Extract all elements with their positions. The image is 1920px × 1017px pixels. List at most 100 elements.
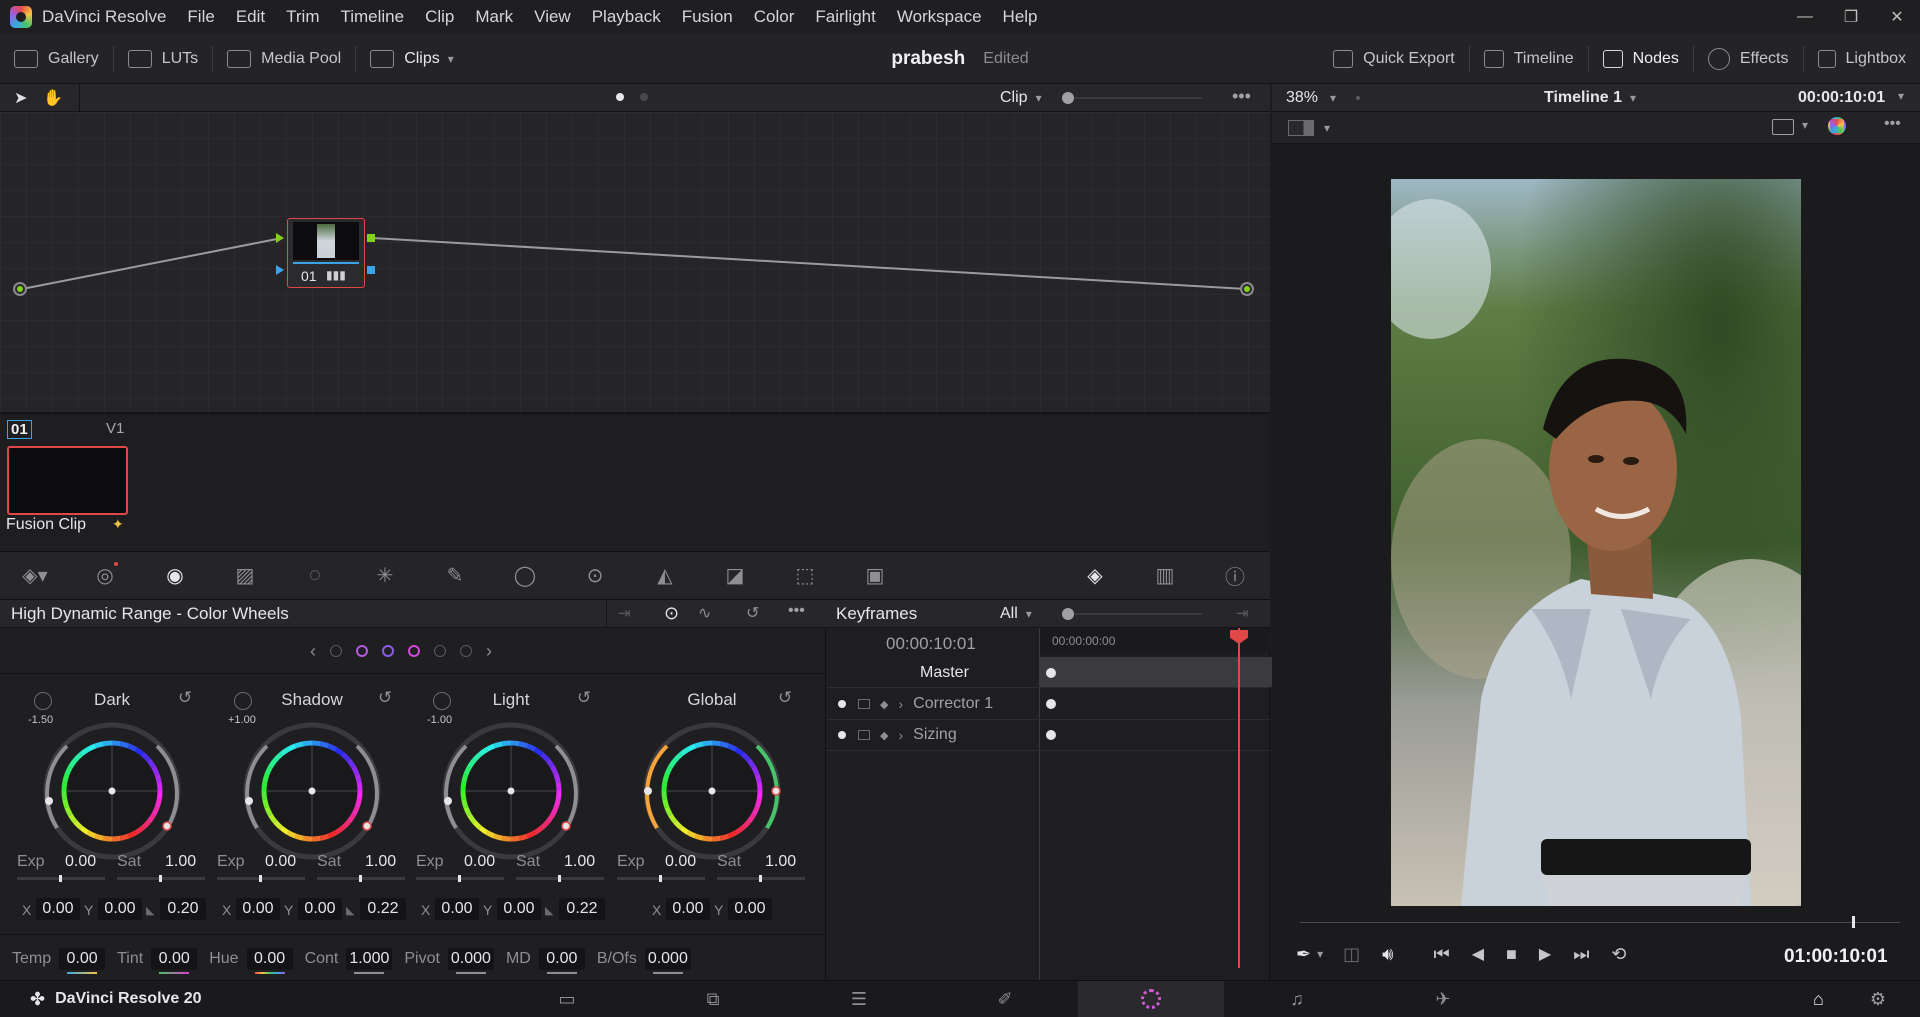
layers-icon[interactable]: ◫ — [1343, 944, 1360, 965]
close-icon[interactable]: ✕ — [1874, 7, 1920, 27]
scopes-icon[interactable]: ▥ — [1130, 552, 1200, 600]
info-icon[interactable]: ⓘ — [1200, 552, 1270, 600]
zone-dot[interactable] — [330, 645, 342, 657]
reset-shadow-icon[interactable]: ↺ — [378, 688, 392, 708]
viewer-layout-icon[interactable] — [1288, 119, 1314, 136]
pointer-tool-icon[interactable]: ➤ — [14, 88, 27, 108]
zone-dot[interactable] — [434, 645, 446, 657]
track-lock-icon[interactable] — [858, 699, 870, 709]
color-wheel-icon[interactable] — [1828, 117, 1846, 135]
waveform-icon[interactable]: ∿ — [698, 603, 711, 623]
color-wheel-dark[interactable] — [37, 716, 187, 866]
hand-tool-icon[interactable]: ✋ — [43, 88, 63, 108]
play-icon[interactable]: ▶︎ — [1539, 944, 1551, 964]
eyedropper-icon[interactable]: ✒ — [1296, 944, 1311, 965]
viewer-scrub-handle[interactable] — [1852, 916, 1855, 928]
more-options-icon[interactable]: ••• — [1884, 115, 1901, 133]
menu-playback[interactable]: Playback — [592, 7, 661, 27]
diamond-icon[interactable]: ◆ — [880, 698, 888, 711]
menu-mark[interactable]: Mark — [475, 7, 513, 27]
media-pool-button[interactable]: Media Pool — [213, 34, 355, 84]
keyframe-dot[interactable] — [1046, 699, 1056, 709]
timeline-selector[interactable]: Timeline 1 ▾ — [1544, 84, 1636, 112]
reset-light-icon[interactable]: ↺ — [577, 688, 591, 708]
node-alpha-output[interactable] — [367, 266, 375, 274]
slider-knob[interactable] — [59, 875, 62, 882]
exp-slider-shadow[interactable] — [217, 875, 305, 882]
track-row-corrector-1[interactable]: ◆ › Corrector 1 — [838, 689, 993, 719]
viewer-image[interactable] — [1391, 179, 1801, 906]
more-options-icon[interactable]: ••• — [788, 602, 805, 620]
menu-fairlight[interactable]: Fairlight — [815, 7, 875, 27]
node-rgb-output[interactable] — [367, 234, 375, 242]
menu-fusion[interactable]: Fusion — [682, 7, 733, 27]
source-port[interactable] — [13, 282, 27, 296]
exp-value-global[interactable]: 0.00 — [665, 853, 696, 871]
zone-dot-shadow[interactable] — [382, 645, 394, 657]
rgb-mixer-icon[interactable]: ▨ — [210, 552, 280, 600]
node-canvas[interactable]: 01 ▮▮▮ — [0, 112, 1270, 414]
deliver-page-tab[interactable]: ✈ — [1370, 981, 1516, 1017]
gallery-button[interactable]: Gallery — [0, 34, 113, 84]
exp-value-shadow[interactable]: 0.00 — [265, 853, 296, 871]
timeline-button[interactable]: Timeline — [1470, 34, 1588, 84]
speaker-icon[interactable]: 🔊︎ — [1382, 944, 1393, 965]
sat-value-global[interactable]: 1.00 — [765, 853, 796, 871]
chevron-left-icon[interactable]: ‹ — [310, 641, 316, 662]
menu-clip[interactable]: Clip — [425, 7, 454, 27]
falloff-field-shadow[interactable]: 0.22 — [360, 898, 406, 920]
y-field-global[interactable]: 0.00 — [728, 898, 772, 920]
x-field-shadow[interactable]: 0.00 — [236, 898, 280, 920]
sat-slider-shadow[interactable] — [317, 875, 405, 882]
motion-effects-icon[interactable]: ◌ — [280, 552, 350, 600]
slider-knob[interactable] — [159, 875, 162, 882]
track-enable-dot-icon[interactable] — [838, 700, 846, 708]
keyframe-dot[interactable] — [1046, 668, 1056, 678]
exp-value-light[interactable]: 0.00 — [464, 853, 495, 871]
reset-all-icon[interactable]: ↺ — [746, 603, 759, 623]
stop-icon[interactable]: ■ — [1506, 944, 1517, 965]
falloff-field-light[interactable]: 0.22 — [559, 898, 605, 920]
quick-export-button[interactable]: Quick Export — [1319, 34, 1469, 84]
page-dot[interactable] — [640, 93, 648, 101]
collapse-icon[interactable]: ⇥ — [618, 604, 631, 622]
sizing-icon[interactable]: ⬚ — [770, 552, 840, 600]
key-icon[interactable]: ◪ — [700, 552, 770, 600]
menu-davinci-resolve[interactable]: DaVinci Resolve — [42, 7, 166, 27]
keyframe-zoom-handle[interactable] — [1062, 608, 1074, 620]
wheels-view-icon[interactable]: ⊙ — [664, 603, 679, 624]
menu-color[interactable]: Color — [754, 7, 795, 27]
step-back-icon[interactable]: ◀︎ — [1472, 944, 1484, 964]
menu-file[interactable]: File — [187, 7, 214, 27]
exp-slider-global[interactable] — [617, 875, 705, 882]
minimize-icon[interactable]: — — [1782, 8, 1828, 26]
menu-trim[interactable]: Trim — [286, 7, 319, 27]
blur-icon[interactable]: ◭ — [630, 552, 700, 600]
falloff-field-dark[interactable]: 0.20 — [160, 898, 206, 920]
window-icon[interactable]: ◯ — [490, 552, 560, 600]
y-field-light[interactable]: 0.00 — [497, 898, 541, 920]
menu-edit[interactable]: Edit — [236, 7, 265, 27]
loop-icon[interactable]: ⟲ — [1611, 944, 1626, 965]
sat-value-light[interactable]: 1.00 — [564, 853, 595, 871]
menu-workspace[interactable]: Workspace — [897, 7, 982, 27]
more-options-icon[interactable]: ••• — [1232, 86, 1251, 107]
tracker-icon[interactable]: ⊙ — [560, 552, 630, 600]
corrector-node-01[interactable]: 01 ▮▮▮ — [287, 218, 375, 288]
viewer-scrub-bar[interactable] — [1300, 922, 1900, 923]
keyframe-playhead[interactable] — [1238, 628, 1240, 968]
luts-button[interactable]: LUTs — [114, 34, 212, 84]
qualifier-icon[interactable]: ✎ — [420, 552, 490, 600]
slider-knob[interactable] — [259, 875, 262, 882]
x-field-light[interactable]: 0.00 — [435, 898, 479, 920]
bottom-field[interactable]: 0.000 — [644, 948, 691, 974]
lightbox-button[interactable]: Lightbox — [1804, 34, 1920, 84]
media-page-tab[interactable]: ▭ — [494, 981, 640, 1017]
page-dot-active[interactable] — [616, 93, 624, 101]
color-page-tab[interactable] — [1078, 980, 1224, 1017]
chevron-right-icon[interactable]: › — [898, 696, 903, 712]
master-track-bar[interactable] — [1040, 657, 1280, 687]
zone-dot[interactable] — [460, 645, 472, 657]
chevron-down-icon[interactable]: ▾ — [1317, 947, 1323, 961]
3d-icon[interactable]: ▣ — [840, 552, 910, 600]
